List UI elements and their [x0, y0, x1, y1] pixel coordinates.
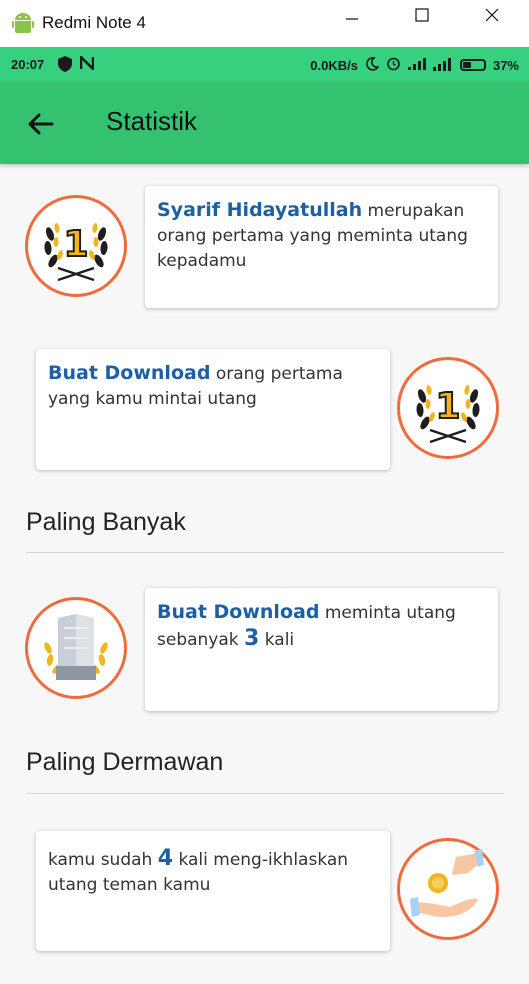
- first-lender-name[interactable]: Buat Download: [48, 362, 210, 384]
- generous-count: 4: [157, 846, 174, 871]
- back-button[interactable]: [24, 107, 58, 141]
- battery-icon: [459, 59, 486, 71]
- hands-coin-icon: [408, 847, 488, 931]
- section-divider: [26, 552, 504, 553]
- signal-icon: [407, 57, 426, 73]
- page-title: Statistik: [106, 106, 198, 136]
- app-bar: Statistik: [0, 82, 529, 164]
- trophy-laurel-icon: [36, 606, 116, 690]
- first-borrower-name[interactable]: Syarif Hidayatullah: [157, 199, 362, 221]
- first-borrower-card: Syarif Hidayatullah merupakan orang pert…: [145, 186, 498, 308]
- laurel-number-one-icon: 1: [408, 366, 488, 450]
- first-place-badge: 1: [25, 195, 127, 297]
- svg-text:1: 1: [435, 386, 460, 427]
- section-title-paling-banyak: Paling Banyak: [26, 508, 186, 536]
- network-speed: 0.0KB/s: [310, 57, 358, 73]
- first-place-badge: 1: [397, 357, 499, 459]
- alarm-icon: [386, 56, 401, 74]
- android-icon: [12, 11, 34, 35]
- close-button[interactable]: [472, 8, 512, 38]
- svg-text:1: 1: [63, 224, 88, 265]
- most-requests-card: Buat Download meminta utang sebanyak 3 k…: [145, 588, 498, 711]
- section-divider: [26, 793, 504, 794]
- notification-n-icon: [79, 53, 95, 75]
- minimize-button[interactable]: [332, 8, 372, 38]
- section-title-paling-dermawan: Paling Dermawan: [26, 748, 224, 776]
- window-title: Redmi Note 4: [42, 13, 146, 32]
- most-requests-name[interactable]: Buat Download: [157, 601, 319, 623]
- signal-4g-icon: [432, 57, 453, 74]
- moon-icon: [365, 56, 380, 74]
- first-lender-card: Buat Download orang pertama yang kamu mi…: [36, 349, 390, 470]
- battery-percent: 37%: [492, 57, 519, 73]
- most-requests-text-after: kali: [259, 630, 295, 650]
- shield-icon: [58, 56, 72, 75]
- arrow-left-icon: [24, 113, 58, 145]
- most-requests-count: 3: [244, 626, 260, 651]
- giving-badge: [397, 838, 499, 940]
- window-titlebar: Redmi Note 4: [0, 0, 529, 48]
- laurel-number-one-icon: 1: [36, 204, 116, 288]
- trophy-badge: [25, 597, 127, 699]
- status-bar: 20:07 0.0KB/s 37%: [0, 47, 529, 82]
- status-time: 20:07: [11, 57, 45, 72]
- maximize-button[interactable]: [402, 8, 442, 38]
- generous-text-before: kamu sudah: [48, 850, 158, 870]
- generous-card: kamu sudah 4 kali meng-ikhlaskan utang t…: [36, 831, 390, 951]
